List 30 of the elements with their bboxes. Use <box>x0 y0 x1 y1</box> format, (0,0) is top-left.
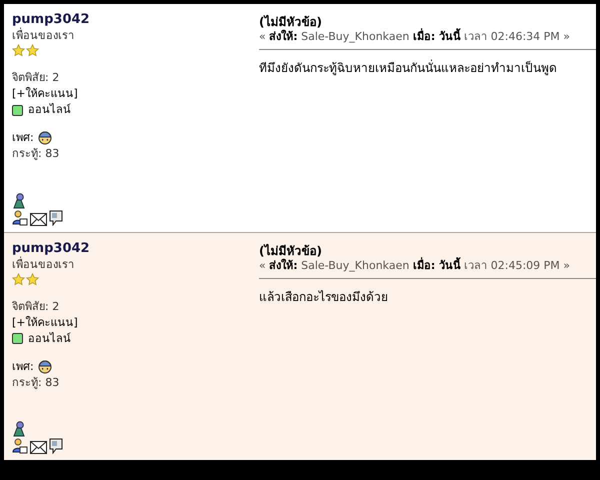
post-body: แล้วเสือกอะไรของมึงด้วย <box>259 290 388 304</box>
post-meta: « ส่งให้: Sale-Buy_Khonkaen เมื่อ: วันนี้ เวลา 02:45:09 PM » <box>259 258 570 272</box>
profile-icon[interactable] <box>12 438 28 454</box>
post-body: ทีมึงยังดันกระทู้ฉิบหายเหมือนกันนั่นแหละอย่าทำมาเป็นพูด <box>259 61 557 76</box>
karma-text: จิตพิสัย: 2 <box>12 70 60 86</box>
post-subject: (ไม่มีหัวข้อ) <box>259 244 322 258</box>
profile-icon[interactable] <box>12 210 28 226</box>
message-icon[interactable] <box>49 210 63 226</box>
online-status: ออนไลน์ <box>28 330 71 346</box>
post-meta: « ส่งให้: Sale-Buy_Khonkaen เมื่อ: วันนี้ เวลา 02:46:34 PM » <box>259 30 570 44</box>
member-group: เพื่อนของเรา <box>12 28 74 44</box>
give-karma-link[interactable]: [+ให้คะแนน] <box>12 314 78 330</box>
gender-label: เพศ: <box>12 358 34 374</box>
username[interactable]: pump3042 <box>12 12 90 28</box>
person-icon[interactable] <box>12 421 26 437</box>
email-icon[interactable] <box>30 212 47 226</box>
gender-label: เพศ: <box>12 130 34 146</box>
male-avatar-icon <box>38 360 52 374</box>
message-icon[interactable] <box>49 438 63 454</box>
member-group: เพื่อนของเรา <box>12 256 74 272</box>
give-karma-link[interactable]: [+ให้คะแนน] <box>12 86 78 102</box>
online-status: ออนไลน์ <box>28 102 71 118</box>
karma-text: จิตพิสัย: 2 <box>12 298 60 314</box>
male-avatar-icon <box>38 131 52 145</box>
post-subject: (ไม่มีหัวข้อ) <box>259 15 322 30</box>
username[interactable]: pump3042 <box>12 240 90 256</box>
post-count: กระทู้: 83 <box>12 146 60 162</box>
person-icon[interactable] <box>12 192 26 208</box>
email-icon[interactable] <box>30 441 47 454</box>
post-count: กระทู้: 83 <box>12 374 60 390</box>
